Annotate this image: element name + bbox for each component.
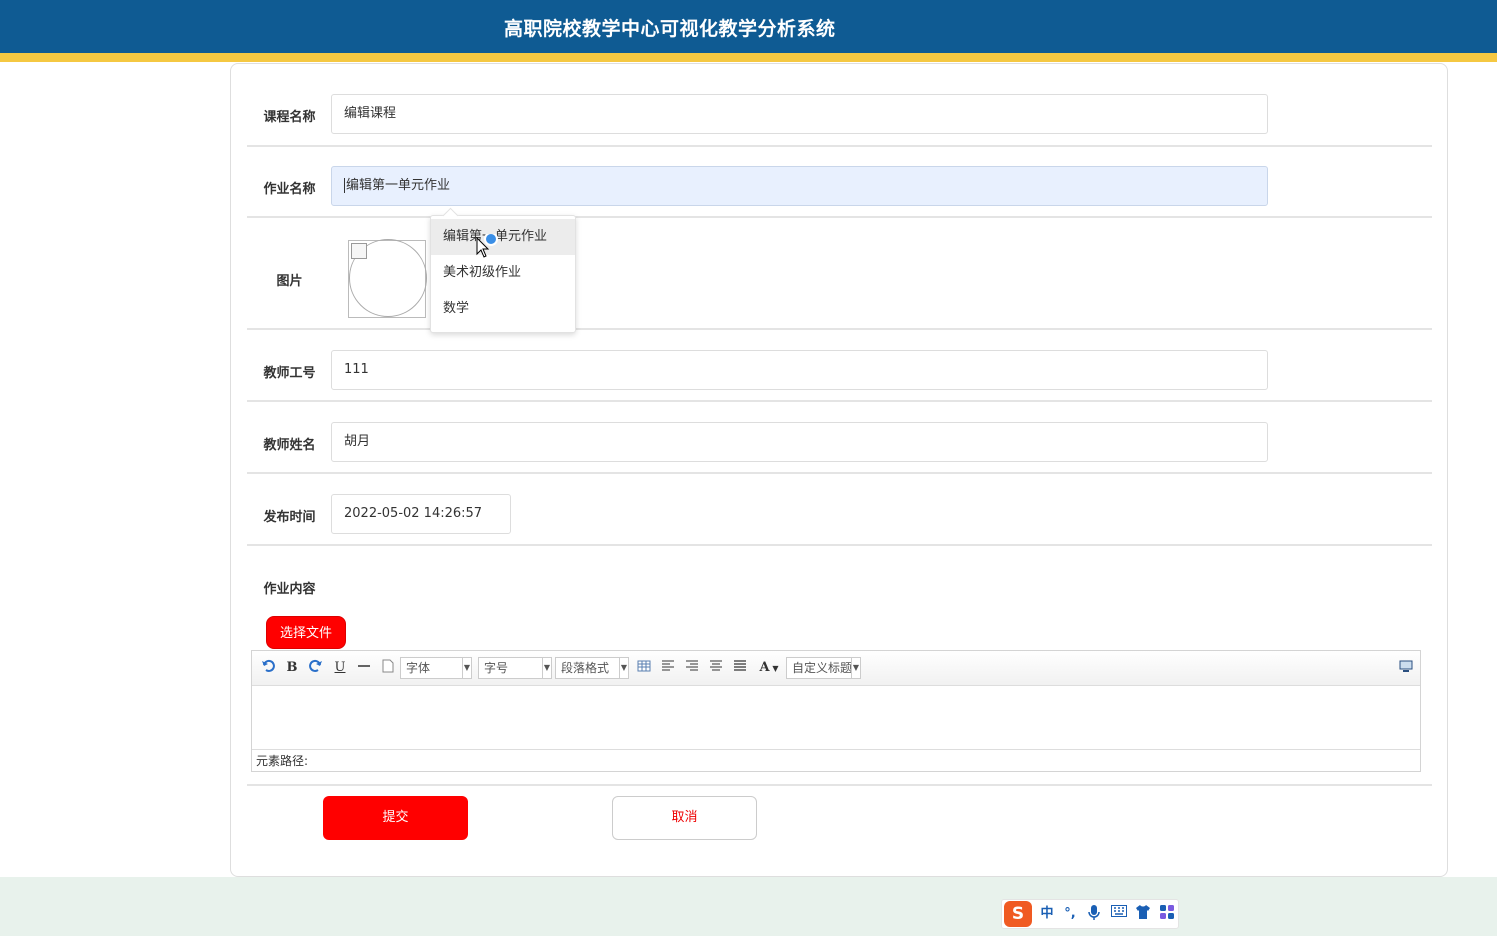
horizontal-rule-icon[interactable] — [356, 659, 372, 677]
chevron-down-icon: ▼ — [769, 663, 779, 673]
course-name-label: 课程名称 — [263, 110, 316, 125]
submit-button[interactable]: 提交 — [323, 796, 468, 840]
autocomplete-dropdown: 编辑第一单元作业 美术初级作业 数学 — [430, 207, 576, 333]
course-name-row: 课程名称 编辑课程 — [247, 64, 1432, 147]
align-right-icon[interactable] — [684, 659, 700, 677]
font-family-select[interactable]: 字体 ▼ — [400, 657, 472, 679]
cancel-button[interactable]: 取消 — [612, 796, 757, 840]
paragraph-format-select[interactable]: 段落格式 ▼ — [555, 657, 629, 679]
skin-shirt-icon[interactable] — [1134, 905, 1152, 923]
publish-time-row: 发布时间 2022-05-02 14:26:57 — [247, 474, 1432, 546]
chevron-down-icon: ▼ — [851, 658, 860, 678]
image-row: 图片 — [247, 218, 1432, 330]
content-label: 作业内容 — [263, 582, 316, 597]
homework-name-value: 编辑第一单元作业 — [346, 178, 451, 193]
fullscreen-icon[interactable] — [1398, 659, 1414, 677]
editor-content-area[interactable] — [252, 686, 1420, 748]
choose-file-button[interactable]: 选择文件 — [266, 616, 346, 649]
ime-mode-chinese[interactable]: 中 — [1038, 905, 1056, 923]
homework-name-row: 作业名称 编辑第一单元作业 — [247, 146, 1432, 218]
broken-image-icon — [351, 243, 367, 259]
microphone-icon[interactable] — [1086, 905, 1102, 923]
table-icon[interactable] — [636, 659, 652, 677]
ime-toolbar[interactable]: S 中 °, — [1001, 899, 1179, 929]
app-title: 高职院校教学中心可视化教学分析系统 — [504, 18, 836, 40]
font-color-label: A — [759, 660, 770, 675]
image-label: 图片 — [276, 274, 303, 289]
underline-icon[interactable]: U — [332, 659, 348, 677]
course-name-input[interactable]: 编辑课程 — [331, 94, 1268, 134]
autocomplete-option[interactable]: 编辑第一单元作业 — [431, 219, 575, 255]
teacher-id-row: 教师工号 111 — [247, 330, 1432, 402]
redo-icon[interactable] — [308, 659, 324, 677]
publish-time-label: 发布时间 — [263, 510, 316, 525]
teacher-name-row: 教师姓名 胡月 — [247, 402, 1432, 474]
align-center-icon[interactable] — [708, 659, 724, 677]
custom-heading-select[interactable]: 自定义标题 ▼ — [786, 657, 861, 679]
app-header: 高职院校教学中心可视化教学分析系统 — [0, 0, 1497, 62]
undo-icon[interactable] — [260, 659, 276, 677]
autocomplete-option[interactable]: 美术初级作业 — [431, 255, 575, 291]
image-preview[interactable] — [348, 239, 427, 318]
element-path-bar: 元素路径: — [252, 749, 1420, 771]
teacher-name-label: 教师姓名 — [263, 438, 316, 453]
font-family-select-label: 字体 — [406, 661, 431, 675]
homework-name-input[interactable]: 编辑第一单元作业 — [331, 166, 1268, 206]
homework-name-label: 作业名称 — [263, 182, 316, 197]
teacher-id-label: 教师工号 — [263, 366, 316, 381]
teacher-name-input[interactable]: 胡月 — [331, 422, 1268, 462]
mouse-cursor-icon — [476, 232, 502, 264]
text-caret — [344, 178, 345, 193]
font-color-icon[interactable]: A ▼ — [755, 659, 783, 677]
align-justify-icon[interactable] — [732, 659, 748, 677]
publish-time-input[interactable]: 2022-05-02 14:26:57 — [331, 494, 511, 534]
rich-text-editor: B U 字体 ▼ 字号 ▼ 段落格式 ▼ A ▼ 自定义标题 ▼ 元素路径: — [251, 650, 1421, 772]
keyboard-icon[interactable] — [1110, 905, 1128, 923]
custom-heading-select-label: 自定义标题 — [792, 661, 853, 675]
bold-icon[interactable]: B — [284, 659, 300, 677]
align-left-icon[interactable] — [660, 659, 676, 677]
font-size-select[interactable]: 字号 ▼ — [478, 657, 552, 679]
autocomplete-option[interactable]: 数学 — [431, 291, 575, 327]
sogou-logo-icon[interactable]: S — [1004, 901, 1032, 927]
editor-toolbar: B U 字体 ▼ 字号 ▼ 段落格式 ▼ A ▼ 自定义标题 ▼ — [252, 651, 1420, 686]
paragraph-format-select-label: 段落格式 — [561, 661, 610, 675]
ime-punctuation[interactable]: °, — [1062, 905, 1078, 923]
chevron-down-icon: ▼ — [619, 658, 628, 678]
page-icon[interactable] — [380, 659, 396, 677]
teacher-id-input[interactable]: 111 — [331, 350, 1268, 390]
chevron-down-icon: ▼ — [542, 658, 551, 678]
toolbox-grid-icon[interactable] — [1158, 905, 1176, 923]
chevron-down-icon: ▼ — [462, 658, 471, 678]
font-size-select-label: 字号 — [484, 661, 509, 675]
